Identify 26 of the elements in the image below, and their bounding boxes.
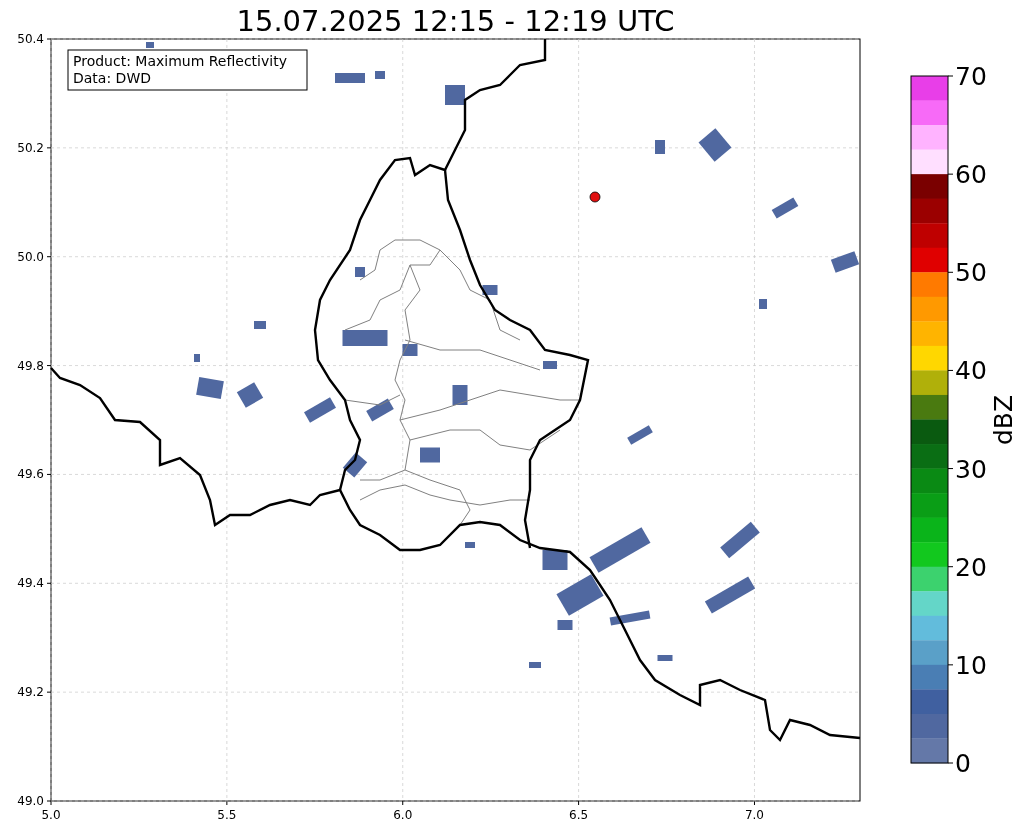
x-tick-label: 6.5	[569, 808, 589, 822]
y-tick-label: 49.0	[17, 794, 44, 808]
x-tick-label: 6.0	[393, 808, 413, 822]
colorbar-tick-label: 10	[955, 650, 987, 680]
colorbar-tick-label: 60	[955, 160, 987, 190]
y-tick-label: 49.2	[17, 685, 44, 700]
colorbar-tick-label: 40	[955, 356, 987, 386]
colorbar-tick-label: 0	[955, 749, 971, 778]
colorbar-tick-label: 30	[955, 454, 987, 484]
colorbar-tick-label: 70	[955, 62, 987, 91]
location-marker	[589, 191, 601, 203]
y-tick-label: 50.2	[17, 140, 44, 155]
info-text: Product: Maximum Reflectivity	[73, 53, 287, 69]
chart-title: 15.07.2025 12:15 - 12:19 UTC	[236, 4, 675, 38]
info-text: Data: DWD	[73, 70, 151, 86]
colorbar-label: dBZ	[989, 394, 1018, 446]
x-tick-label: 7.0	[744, 808, 765, 822]
y-tick-label: 49.4	[17, 576, 44, 591]
colorbar-tick-label: 50	[955, 258, 987, 288]
y-tick-label: 49.8	[17, 358, 44, 373]
x-tick-label: 5.5	[217, 808, 237, 822]
y-tick-label: 50.4	[17, 32, 44, 46]
colorbar-tick-label: 20	[955, 552, 987, 582]
y-tick-label: 50.0	[17, 249, 44, 264]
x-tick-label: 5.0	[41, 808, 61, 822]
y-tick-label: 49.6	[17, 467, 44, 482]
